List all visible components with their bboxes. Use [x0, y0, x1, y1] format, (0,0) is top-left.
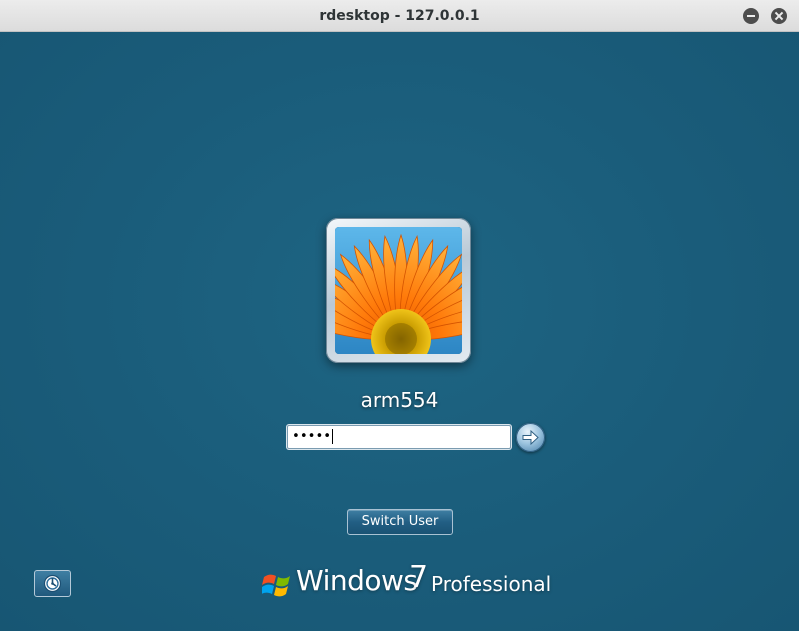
- product-version: 7: [409, 560, 429, 595]
- password-dots: •••••: [292, 429, 332, 444]
- ease-of-access-button[interactable]: [34, 570, 71, 597]
- minimize-icon[interactable]: [743, 8, 759, 24]
- user-tile: [326, 218, 471, 363]
- flower-icon: [335, 227, 462, 354]
- arrow-right-icon: [522, 429, 539, 446]
- close-icon[interactable]: [771, 8, 787, 24]
- password-field[interactable]: •••••: [287, 425, 511, 449]
- title-bar[interactable]: rdesktop - 127.0.0.1: [0, 0, 799, 32]
- username-label: arm554: [360, 388, 439, 412]
- switch-user-button[interactable]: Switch User: [347, 509, 453, 535]
- user-picture: [335, 227, 462, 354]
- submit-arrow-button[interactable]: [516, 423, 545, 452]
- product-name: Windows: [296, 564, 418, 597]
- rdesktop-window: rdesktop - 127.0.0.1 arm554 ••••• Switch…: [0, 0, 799, 631]
- ease-of-access-icon: [43, 574, 62, 593]
- product-edition: Professional: [431, 572, 552, 596]
- text-caret: [332, 429, 334, 444]
- window-title: rdesktop - 127.0.0.1: [319, 8, 480, 24]
- logon-screen: arm554 ••••• Switch User Windows 7 Profe…: [0, 32, 799, 631]
- windows-flag-icon: [262, 574, 290, 597]
